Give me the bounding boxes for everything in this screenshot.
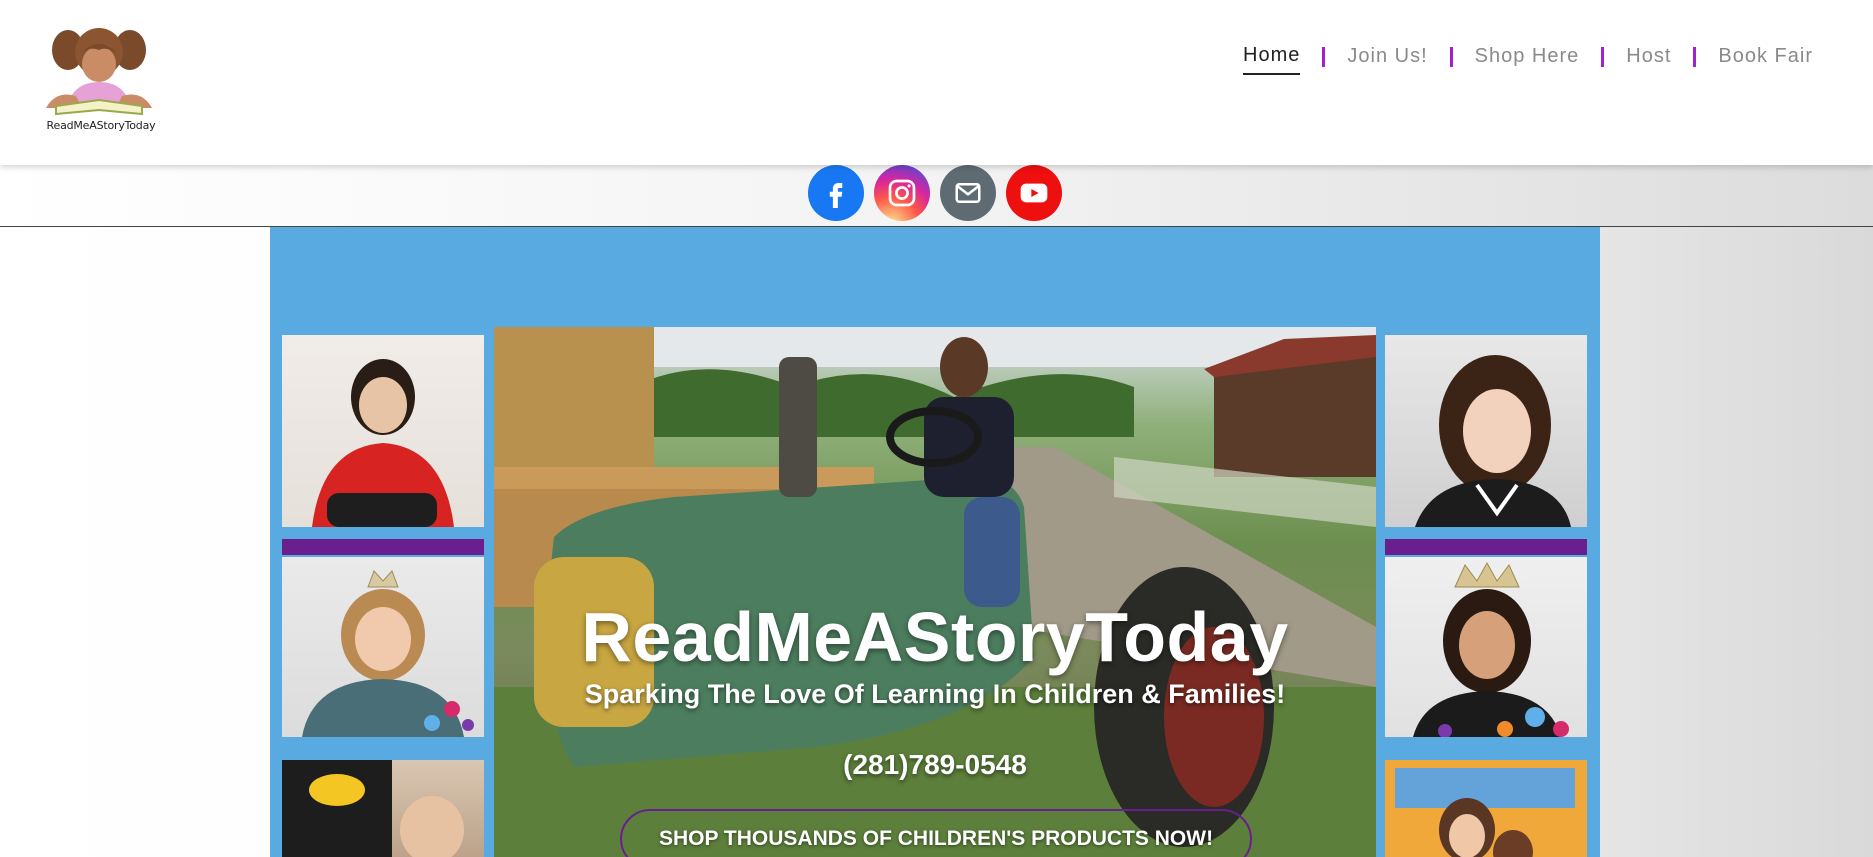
hero-section: ReadMeAStoryToday Sparking The Love Of L…: [270, 227, 1600, 857]
hero-phone[interactable]: (281)789-0548: [494, 749, 1376, 781]
nav-home[interactable]: Home: [1243, 44, 1301, 75]
team-photo-left-2: [282, 557, 484, 737]
youtube-icon: [1020, 183, 1048, 203]
email-icon: [955, 183, 981, 203]
purple-divider: [282, 539, 484, 555]
main-nav: Home Join Us! Shop Here Host Book Fair: [1243, 44, 1813, 75]
team-photo-right-3: [1385, 760, 1587, 857]
logo-text: ReadMeAStoryToday: [46, 119, 156, 132]
nav-host[interactable]: Host: [1626, 45, 1671, 74]
nav-separator: [1449, 46, 1453, 67]
purple-divider: [1385, 539, 1587, 555]
shop-now-button[interactable]: SHOP THOUSANDS OF CHILDREN'S PRODUCTS NO…: [620, 809, 1252, 857]
facebook-icon: [829, 183, 843, 208]
team-photo-right-2: [1385, 557, 1587, 737]
youtube-button[interactable]: [1006, 165, 1062, 221]
hero-subtitle: Sparking The Love Of Learning In Childre…: [584, 679, 1286, 709]
instagram-button[interactable]: [874, 165, 930, 221]
facebook-button[interactable]: [808, 165, 864, 221]
nav-separator: [1601, 46, 1605, 67]
instagram-icon: [888, 179, 916, 207]
team-photo-left-3: [282, 760, 484, 857]
social-bar: [0, 165, 1873, 227]
nav-shop-here[interactable]: Shop Here: [1475, 45, 1580, 74]
nav-join-us[interactable]: Join Us!: [1347, 45, 1427, 74]
team-photo-left-1: [282, 335, 484, 527]
hero-title: ReadMeAStoryToday: [581, 598, 1289, 676]
email-button[interactable]: [940, 165, 996, 221]
site-header: ReadMeAStoryToday Home Join Us! Shop Her…: [0, 0, 1873, 165]
nav-separator: [1322, 46, 1326, 67]
nav-book-fair[interactable]: Book Fair: [1718, 45, 1813, 74]
nav-separator: [1693, 46, 1697, 67]
girl-reading-logo-icon: [46, 28, 152, 116]
team-photo-right-1: [1385, 335, 1587, 527]
